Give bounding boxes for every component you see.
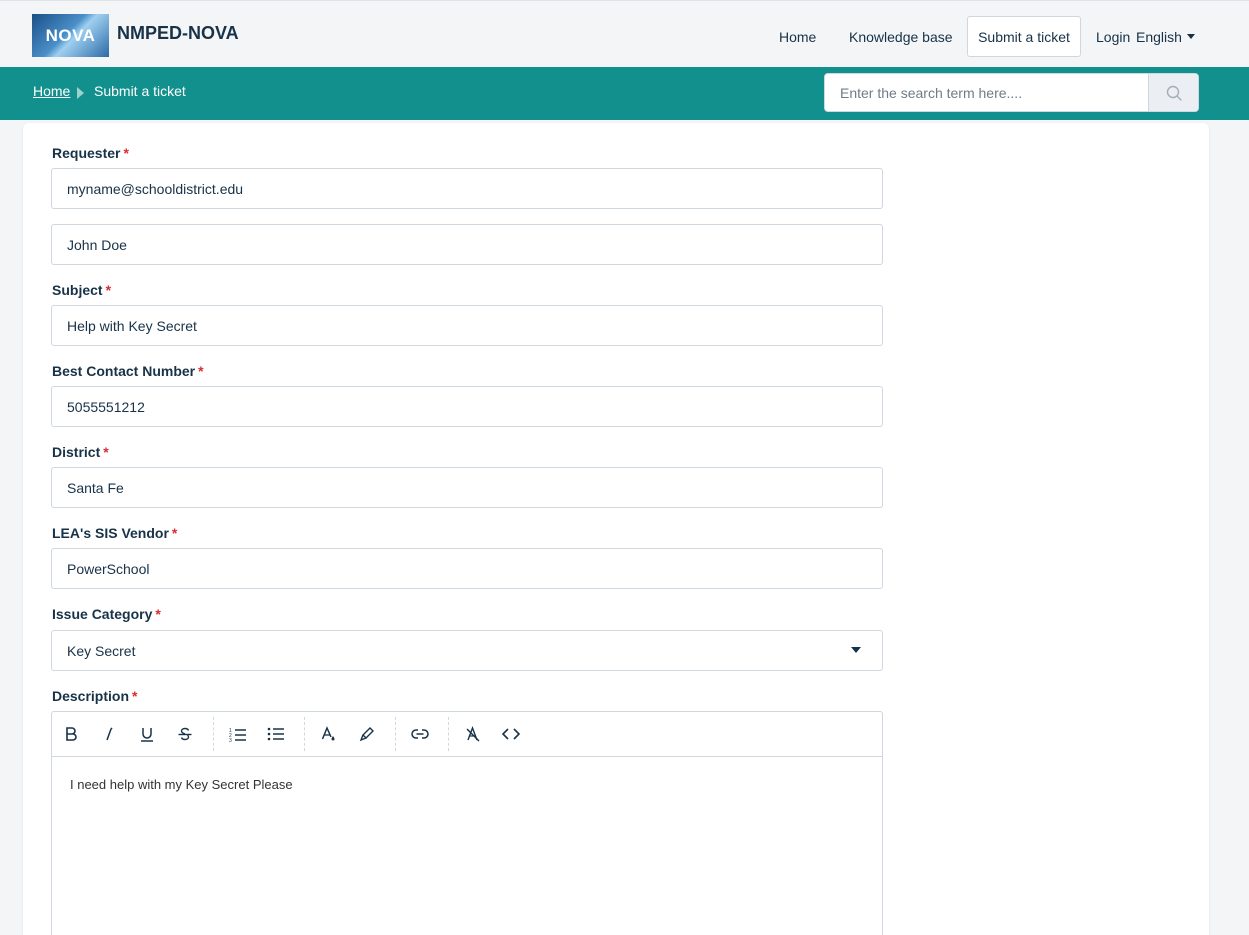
site-header: NOVA NMPED-NOVA Home Knowledge base Subm… <box>0 0 1249 67</box>
issue-category-label-text: Issue Category <box>52 606 153 622</box>
italic-icon[interactable] <box>97 722 121 746</box>
toolbar-divider <box>213 717 214 751</box>
sis-vendor-field[interactable] <box>51 548 883 589</box>
link-icon[interactable] <box>408 722 432 746</box>
required-marker: * <box>132 688 138 704</box>
issue-category-label: Issue Category * <box>52 606 161 622</box>
code-view-icon[interactable] <box>499 722 523 746</box>
chevron-down-icon <box>851 647 861 653</box>
contact-number-field[interactable] <box>51 386 883 427</box>
search-input[interactable] <box>825 74 1148 111</box>
breadcrumb-current: Submit a ticket <box>94 83 186 99</box>
bold-icon[interactable] <box>59 722 83 746</box>
breadcrumb-home-link[interactable]: Home <box>33 83 70 99</box>
text-color-icon[interactable] <box>316 722 340 746</box>
required-marker: * <box>105 282 112 298</box>
issue-category-value: Key Secret <box>67 643 136 659</box>
description-text[interactable]: I need help with my Key Secret Please <box>70 777 293 792</box>
district-field[interactable] <box>51 467 883 508</box>
requester-label: Requester * <box>52 145 129 161</box>
search-button[interactable] <box>1148 74 1198 111</box>
subject-label-text: Subject <box>52 282 103 298</box>
ordered-list-icon[interactable]: 123 <box>226 722 250 746</box>
requester-name-field[interactable] <box>51 224 883 265</box>
nav-home-link[interactable]: Home <box>779 16 816 57</box>
toolbar-divider <box>395 717 396 751</box>
district-label-text: District <box>52 444 101 460</box>
breadcrumb-separator-icon <box>77 87 84 99</box>
language-label: English <box>1136 28 1182 45</box>
sis-vendor-label: LEA's SIS Vendor * <box>52 525 177 541</box>
search-box <box>824 73 1199 112</box>
chevron-down-icon <box>1186 34 1195 39</box>
sis-vendor-label-text: LEA's SIS Vendor <box>52 525 169 541</box>
breadcrumb-bar: Home Submit a ticket <box>0 67 1249 120</box>
toolbar-divider <box>304 717 305 751</box>
description-label-text: Description <box>52 688 130 704</box>
unordered-list-icon[interactable] <box>264 722 288 746</box>
nav-login-link[interactable]: Login <box>1096 16 1130 57</box>
clear-format-icon[interactable] <box>461 722 485 746</box>
district-label: District * <box>52 444 109 460</box>
required-marker: * <box>155 606 161 622</box>
contact-number-label-text: Best Contact Number <box>52 363 196 379</box>
brand-name[interactable]: NMPED-NOVA <box>117 23 239 44</box>
contact-number-label: Best Contact Number * <box>52 363 204 379</box>
subject-label: Subject * <box>52 282 111 298</box>
required-marker: * <box>123 145 129 161</box>
logo-text: NOVA <box>45 25 96 45</box>
requester-label-text: Requester <box>52 145 121 161</box>
required-marker: * <box>171 525 178 541</box>
search-icon <box>1166 85 1182 101</box>
description-label: Description * <box>52 688 137 704</box>
required-marker: * <box>198 363 204 379</box>
subject-field[interactable] <box>51 305 883 346</box>
language-dropdown[interactable]: English <box>1136 16 1195 57</box>
toolbar-divider <box>448 717 449 751</box>
issue-category-select[interactable]: Key Secret <box>51 630 883 671</box>
required-marker: * <box>103 444 109 460</box>
strikethrough-icon[interactable] <box>173 722 197 746</box>
nav-knowledge-base-link[interactable]: Knowledge base <box>849 16 953 57</box>
svg-text:3: 3 <box>229 738 232 742</box>
highlight-icon[interactable] <box>355 722 379 746</box>
description-editor: 123 I need help with my Key Secret Pleas… <box>51 711 883 935</box>
nav-submit-ticket-button[interactable]: Submit a ticket <box>967 16 1081 57</box>
requester-email-field[interactable] <box>51 168 883 209</box>
underline-icon[interactable] <box>135 722 159 746</box>
nova-logo[interactable]: NOVA <box>32 14 109 57</box>
editor-toolbar: 123 <box>52 712 882 757</box>
